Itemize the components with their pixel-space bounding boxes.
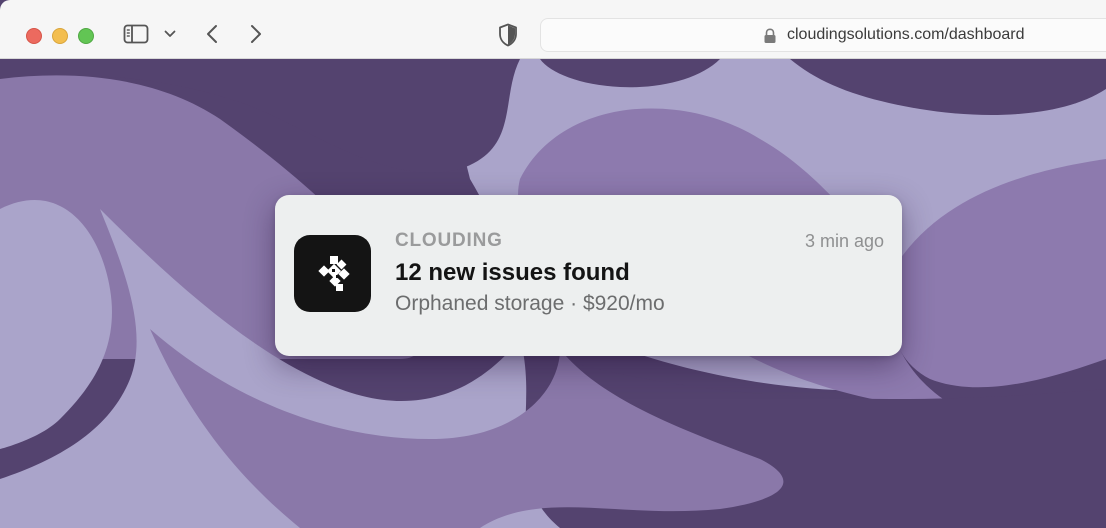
close-window-button[interactable] <box>26 28 42 44</box>
notification-title: 12 new issues found <box>395 259 630 286</box>
sidebar-toggle-button[interactable] <box>122 22 150 46</box>
app-icon <box>294 235 371 312</box>
zoom-window-button[interactable] <box>78 28 94 44</box>
clouding-logo-icon <box>317 255 350 291</box>
notification-banner[interactable]: CLOUDING 3 min ago 12 new issues found O… <box>275 195 902 356</box>
sidebar-menu-dropdown[interactable] <box>162 26 178 42</box>
chevron-left-icon <box>207 25 217 43</box>
browser-toolbar: cloudingsolutions.com/dashboard <box>0 0 1106 59</box>
forward-button[interactable] <box>245 22 267 46</box>
chevron-down-icon <box>164 30 176 37</box>
chevron-right-icon <box>251 25 261 43</box>
notification-timestamp: 3 min ago <box>804 231 884 251</box>
address-bar[interactable]: cloudingsolutions.com/dashboard <box>540 18 1106 52</box>
privacy-report-button[interactable] <box>496 22 520 48</box>
back-button[interactable] <box>201 22 223 46</box>
sidebar-toggle-icon <box>123 24 149 44</box>
minimize-window-button[interactable] <box>52 28 68 44</box>
url-text: cloudingsolutions.com/dashboard <box>787 26 1025 43</box>
notification-body: Orphaned storage · $920/mo <box>395 292 665 315</box>
notification-app-name: CLOUDING <box>395 230 503 251</box>
shield-icon <box>499 23 517 47</box>
lock-icon <box>764 28 776 43</box>
